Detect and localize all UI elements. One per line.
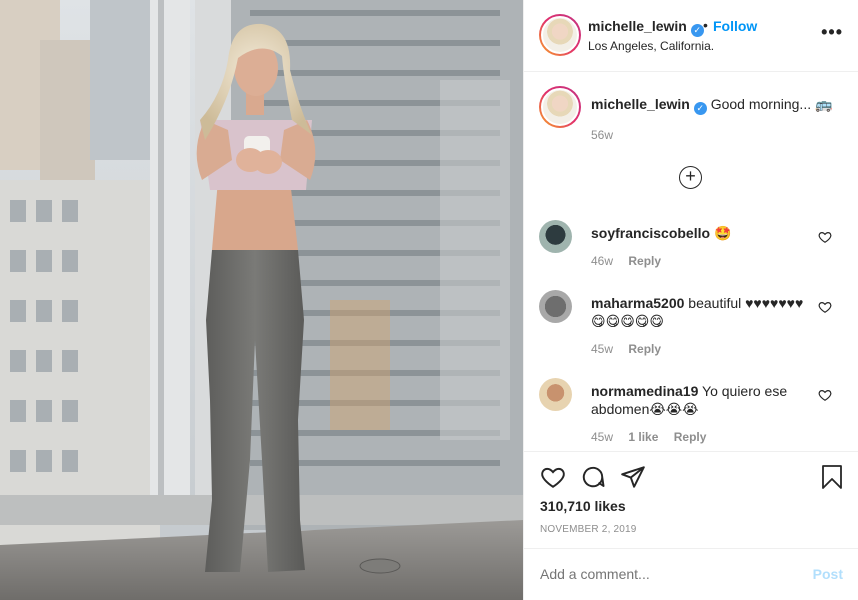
- post-photo-illustration: [0, 0, 523, 600]
- bookmark-icon[interactable]: [820, 464, 844, 490]
- commenter-avatar[interactable]: [539, 290, 572, 323]
- verified-badge-icon: ✓: [693, 102, 707, 115]
- heart-icon[interactable]: [540, 464, 566, 490]
- reply-button[interactable]: Reply: [628, 254, 661, 268]
- comment-username[interactable]: soyfranciscobello: [591, 225, 710, 241]
- header-separator: •: [703, 17, 708, 33]
- post-side-panel: michelle_lewin ✓ • Follow Los Angeles, Ca…: [523, 0, 858, 600]
- comment-timestamp[interactable]: 46w: [591, 254, 613, 268]
- author-username[interactable]: michelle_lewin: [588, 18, 687, 34]
- comment-icon[interactable]: [580, 464, 606, 490]
- post-comment-button[interactable]: Post: [813, 566, 843, 582]
- caption-timestamp[interactable]: 56w: [591, 128, 613, 142]
- comment-text-row: soyfranciscobello 🤩: [591, 224, 816, 242]
- heart-icon[interactable]: [818, 388, 832, 402]
- caption-text-row: michelle_lewin ✓ Good morning... 🚌: [591, 96, 832, 115]
- share-icon[interactable]: [620, 464, 646, 490]
- likes-count[interactable]: 310,710 likes: [540, 498, 626, 514]
- reply-button[interactable]: Reply: [628, 342, 661, 356]
- caption-avatar[interactable]: [539, 86, 581, 128]
- post-location[interactable]: Los Angeles, California.: [588, 39, 714, 53]
- add-comment-bar: Post: [524, 548, 858, 600]
- heart-icon[interactable]: [818, 230, 832, 244]
- heart-icon[interactable]: [818, 300, 832, 314]
- comment-timestamp[interactable]: 45w: [591, 430, 613, 444]
- comment-meta: 46w Reply: [591, 254, 673, 268]
- comment-text: 🤩: [713, 225, 732, 241]
- caption-username[interactable]: michelle_lewin: [591, 96, 690, 112]
- commenter-avatar[interactable]: [539, 378, 572, 411]
- comment-text-row: normamedina19 Yo quiero ese abdomen😭😭😭: [591, 382, 816, 418]
- comment-likes[interactable]: 1 like: [628, 430, 658, 444]
- more-options-icon[interactable]: •••: [821, 22, 843, 43]
- author-avatar[interactable]: [539, 14, 581, 56]
- post-actions: 310,710 likes NOVEMBER 2, 2019: [524, 451, 858, 551]
- comment-username[interactable]: normamedina19: [591, 383, 698, 399]
- caption-text: Good morning... 🚌: [710, 96, 833, 112]
- commenter-avatar[interactable]: [539, 220, 572, 253]
- author-username-row[interactable]: michelle_lewin ✓: [588, 18, 704, 37]
- follow-button[interactable]: Follow: [713, 18, 757, 34]
- comment-meta: 45w Reply: [591, 342, 673, 356]
- post-caption: michelle_lewin ✓ Good morning... 🚌 56w: [524, 86, 858, 146]
- comment-text-row: maharma5200 beautiful ♥♥♥♥♥♥♥😋😋😋😋😋: [591, 294, 816, 330]
- comment-meta: 45w 1 like Reply: [591, 430, 718, 444]
- post-date[interactable]: NOVEMBER 2, 2019: [540, 524, 637, 535]
- comment-timestamp[interactable]: 45w: [591, 342, 613, 356]
- post-photo[interactable]: [0, 0, 523, 600]
- comment-username[interactable]: maharma5200: [591, 295, 684, 311]
- add-circle-icon[interactable]: +: [679, 166, 702, 189]
- comment-input[interactable]: [540, 566, 790, 582]
- verified-badge-icon: ✓: [690, 24, 704, 37]
- reply-button[interactable]: Reply: [674, 430, 707, 444]
- post-header: michelle_lewin ✓ • Follow Los Angeles, Ca…: [524, 0, 858, 72]
